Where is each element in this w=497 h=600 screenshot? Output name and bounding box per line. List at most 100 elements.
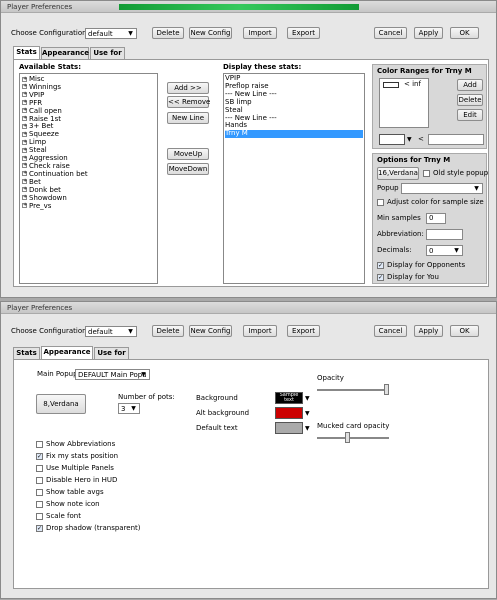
expand-icon[interactable]: + (22, 100, 27, 106)
mucked-opacity-slider-thumb[interactable] (345, 432, 350, 443)
hud-font-button[interactable]: 8,Verdana (36, 394, 86, 414)
expand-icon[interactable]: + (22, 187, 27, 193)
apply-button[interactable]: Apply (414, 27, 443, 39)
tab-use-for[interactable]: Use for (94, 347, 129, 359)
chevron-down-icon[interactable]: ▼ (407, 135, 412, 144)
display-stats-label: Display these stats: (223, 63, 302, 71)
decimals-select[interactable]: 0 ▼ (426, 245, 463, 256)
appearance-checkbox[interactable] (36, 489, 43, 496)
expand-icon[interactable]: + (22, 155, 27, 161)
chevron-down-icon: ▼ (141, 371, 146, 378)
import-button[interactable]: Import (243, 27, 277, 39)
appearance-checkbox[interactable] (36, 477, 43, 484)
delete-config-button[interactable]: Delete (152, 325, 184, 337)
new-config-button[interactable]: New Config (189, 325, 232, 337)
config-select[interactable]: default ▼ (85, 326, 137, 337)
expand-icon[interactable]: + (22, 179, 27, 185)
alt-background-color-swatch[interactable] (275, 407, 303, 419)
new-line-button[interactable]: New Line (167, 112, 209, 124)
chevron-down-icon: ▼ (128, 328, 133, 335)
display-stats-list[interactable]: VPIP Preflop raise --- New Line --- SB limp… (223, 73, 365, 284)
range-delete-button[interactable]: Delete (457, 94, 483, 106)
move-down-button[interactable]: MoveDown (167, 163, 209, 175)
tab-appearance[interactable]: Appearance (41, 346, 93, 359)
appearance-checkbox[interactable]: ✓ (36, 453, 43, 460)
range-edit-button[interactable]: Edit (457, 109, 483, 121)
appearance-checkbox[interactable] (36, 513, 43, 520)
mucked-opacity-slider[interactable] (317, 432, 389, 444)
num-pots-select[interactable]: 3 ▼ (118, 403, 140, 414)
move-up-button[interactable]: MoveUp (167, 148, 209, 160)
mucked-opacity-track (317, 437, 389, 439)
min-samples-label: Min samples (377, 214, 421, 222)
remove-stat-button[interactable]: << Remove (167, 96, 210, 108)
range-color-picker[interactable] (379, 134, 405, 145)
tab-appearance[interactable]: Appearance (41, 47, 89, 59)
main-popup-select[interactable]: DEFAULT Main Popu ▼ (75, 369, 150, 380)
num-pots-label: Number of pots: (118, 393, 175, 401)
display-stat-item[interactable]: SB limp (225, 98, 363, 107)
cancel-button[interactable]: Cancel (374, 325, 407, 337)
min-samples-input[interactable]: 0 (426, 213, 446, 224)
display-opponents-checkbox[interactable]: ✓ (377, 262, 384, 269)
delete-config-button[interactable]: Delete (152, 27, 184, 39)
expand-icon[interactable]: + (22, 76, 27, 82)
expand-icon[interactable]: + (22, 116, 27, 122)
appearance-checkbox-label: Fix my stats position (46, 452, 119, 460)
opacity-slider-thumb[interactable] (384, 384, 389, 395)
expand-icon[interactable]: + (22, 108, 27, 114)
appearance-checkbox[interactable] (36, 501, 43, 508)
display-you-checkbox[interactable]: ✓ (377, 274, 384, 281)
export-button[interactable]: Export (287, 27, 320, 39)
default-text-color-swatch[interactable] (275, 422, 303, 434)
tab-stats[interactable]: Stats (13, 46, 40, 59)
abbreviation-input[interactable] (426, 229, 463, 240)
stat-font-button[interactable]: 16,Verdana (377, 167, 419, 180)
old-style-popup-label: Old style popup (433, 169, 489, 177)
background-color-swatch[interactable]: Sample text (275, 392, 303, 404)
chevron-down-icon[interactable]: ▼ (305, 394, 310, 403)
range-lt-label: < (418, 135, 424, 143)
ok-button[interactable]: OK (450, 27, 479, 39)
color-ranges-list[interactable]: < inf (379, 78, 429, 128)
appearance-checkbox[interactable]: ✓ (36, 525, 43, 532)
title-bar[interactable]: Player Preferences (1, 1, 496, 13)
cancel-button[interactable]: Cancel (374, 27, 407, 39)
appearance-checkbox[interactable] (36, 465, 43, 472)
available-stat-label: 3+ Bet (29, 122, 54, 131)
expand-icon[interactable]: + (22, 131, 27, 137)
display-stat-item[interactable]: Trny M (225, 129, 363, 139)
window-title: Player Preferences (7, 3, 73, 11)
expand-icon[interactable]: + (22, 92, 27, 98)
available-stat-label: Continuation bet (29, 169, 88, 178)
expand-icon[interactable]: + (22, 84, 27, 90)
old-style-popup-checkbox[interactable] (423, 170, 430, 177)
chevron-down-icon[interactable]: ▼ (305, 424, 310, 433)
tab-stats[interactable]: Stats (13, 347, 40, 359)
opacity-slider[interactable] (317, 384, 389, 396)
appearance-checkbox[interactable] (36, 441, 43, 448)
apply-button[interactable]: Apply (414, 325, 443, 337)
expand-icon[interactable]: + (22, 163, 27, 169)
title-bar[interactable]: Player Preferences (1, 302, 496, 314)
expand-icon[interactable]: + (22, 123, 27, 129)
expand-icon[interactable]: + (22, 147, 27, 153)
range-value-input[interactable] (428, 134, 484, 145)
expand-icon[interactable]: + (22, 195, 27, 201)
add-stat-button[interactable]: Add >> (167, 82, 209, 94)
available-stats-list[interactable]: + Misc + Winnings + VPIP + PFR + Call open + Raise … (19, 73, 158, 284)
available-stat-item[interactable]: + Pre_vs (22, 202, 88, 211)
expand-icon[interactable]: + (22, 171, 27, 177)
range-add-button[interactable]: Add (457, 79, 483, 91)
expand-icon[interactable]: + (22, 203, 27, 208)
import-button[interactable]: Import (243, 325, 277, 337)
export-button[interactable]: Export (287, 325, 320, 337)
popup-select[interactable]: ▼ (401, 183, 483, 194)
adjust-color-checkbox[interactable] (377, 199, 384, 206)
new-config-button[interactable]: New Config (189, 27, 232, 39)
chevron-down-icon[interactable]: ▼ (305, 409, 310, 418)
tab-use-for[interactable]: Use for (90, 47, 125, 59)
config-select[interactable]: default ▼ (85, 28, 137, 39)
expand-icon[interactable]: + (22, 139, 27, 145)
ok-button[interactable]: OK (450, 325, 479, 337)
